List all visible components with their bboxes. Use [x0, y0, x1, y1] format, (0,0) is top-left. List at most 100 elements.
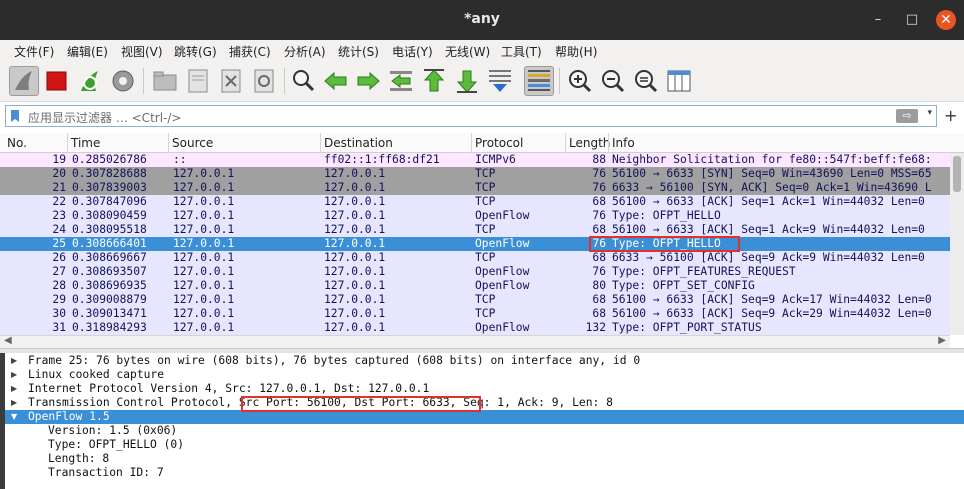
column-separator[interactable] [320, 133, 321, 153]
packet-row[interactable]: 20 0.307828688 127.0.0.1 127.0.0.1 TCP 76 5610… [0, 167, 950, 181]
packet-row[interactable]: 22 0.307847096 127.0.0.1 127.0.0.1 TCP 68 5610… [0, 195, 950, 209]
packet-destination: 127.0.0.1 [324, 223, 386, 236]
menu-tools[interactable]: 工具(T) [501, 43, 542, 60]
packet-list-horizontal-scrollbar[interactable]: ◀ ▶ [0, 335, 950, 348]
packet-row[interactable]: 30 0.309013471 127.0.0.1 127.0.0.1 TCP 68 5610… [0, 307, 950, 321]
menu-help[interactable]: 帮助(H) [555, 43, 597, 60]
collapse-arrow-icon[interactable]: ▼ [11, 410, 17, 424]
detail-tree-item[interactable]: ▶ Transmission Control Protocol, Src Port… [0, 396, 964, 410]
filter-history-dropdown[interactable]: ▾ [927, 108, 932, 118]
column-source[interactable]: Source [172, 136, 213, 150]
close-file-icon[interactable] [216, 66, 246, 96]
menu-capture[interactable]: 捕获(C) [229, 43, 271, 60]
column-protocol[interactable]: Protocol [475, 136, 523, 150]
packet-row[interactable]: 26 0.308669667 127.0.0.1 127.0.0.1 TCP 68 6633… [0, 251, 950, 265]
expand-arrow-icon[interactable]: ▶ [11, 354, 17, 368]
detail-tree-item[interactable]: ▶ Frame 25: 76 bytes on wire (608 bits), … [0, 354, 964, 368]
detail-tree-item[interactable]: ▶ Internet Protocol Version 4, Src: 127.0… [0, 382, 964, 396]
packet-row[interactable]: 23 0.308090459 127.0.0.1 127.0.0.1 OpenFlow 7… [0, 209, 950, 223]
detail-field[interactable]: Type: OFPT_HELLO (0) [0, 438, 964, 452]
column-separator[interactable] [168, 133, 169, 153]
packet-source: 127.0.0.1 [173, 237, 235, 250]
column-time[interactable]: Time [71, 136, 100, 150]
column-separator[interactable] [608, 133, 609, 153]
packet-row[interactable]: 27 0.308693507 127.0.0.1 127.0.0.1 OpenFlow 7… [0, 265, 950, 279]
expand-arrow-icon[interactable]: ▶ [11, 382, 17, 396]
detail-tree-item[interactable]: ▶ Linux cooked capture [0, 368, 964, 382]
packet-time: 0.307828688 [72, 167, 147, 180]
bookmark-icon[interactable] [9, 109, 21, 123]
column-no[interactable]: No. [7, 136, 27, 150]
apply-filter-button[interactable]: ⇨ [896, 109, 918, 123]
packet-number: 23 [52, 209, 66, 222]
stop-capture-icon[interactable] [42, 66, 72, 96]
packet-destination: 127.0.0.1 [324, 195, 386, 208]
go-forward-icon[interactable] [353, 66, 383, 96]
capture-options-icon[interactable] [108, 66, 138, 96]
packet-row[interactable]: 24 0.308095518 127.0.0.1 127.0.0.1 TCP 68 5610… [0, 223, 950, 237]
normal-size-icon[interactable] [631, 66, 661, 96]
zoom-out-icon[interactable] [598, 66, 628, 96]
menu-statistics[interactable]: 统计(S) [338, 43, 379, 60]
packet-number: 26 [52, 251, 66, 264]
menu-go[interactable]: 跳转(G) [174, 43, 217, 60]
display-filter-input[interactable]: 应用显示过滤器 … <Ctrl-/> ⇨ ▾ [5, 105, 937, 127]
menu-edit[interactable]: 编辑(E) [67, 43, 108, 60]
packet-list-vertical-scrollbar[interactable] [950, 153, 964, 335]
packet-number: 25 [52, 237, 66, 250]
packet-protocol: TCP [475, 307, 496, 320]
packet-info: Type: OFPT_HELLO [612, 209, 721, 222]
column-separator[interactable] [565, 133, 566, 153]
menu-view[interactable]: 视图(V) [121, 43, 163, 60]
packet-row[interactable]: 28 0.308696935 127.0.0.1 127.0.0.1 OpenFlow 8… [0, 279, 950, 293]
go-first-icon[interactable] [419, 66, 449, 96]
close-button[interactable]: ✕ [936, 10, 956, 30]
column-separator[interactable] [471, 133, 472, 153]
minimize-button[interactable]: – [868, 10, 888, 30]
detail-tree-item[interactable]: ▼ OpenFlow 1.5 [0, 410, 964, 424]
detail-field[interactable]: Version: 1.5 (0x06) [0, 424, 964, 438]
add-filter-button[interactable]: + [944, 106, 957, 125]
autoscroll-icon[interactable] [485, 66, 515, 96]
scroll-right-icon[interactable]: ▶ [938, 335, 946, 346]
go-to-packet-icon[interactable] [386, 66, 416, 96]
zoom-in-icon[interactable] [565, 66, 595, 96]
packet-row[interactable]: 21 0.307839003 127.0.0.1 127.0.0.1 TCP 76 6633… [0, 181, 950, 195]
go-back-icon[interactable] [321, 66, 351, 96]
packet-row[interactable]: 29 0.309008879 127.0.0.1 127.0.0.1 TCP 68 5610… [0, 293, 950, 307]
packet-row[interactable]: 19 0.285026786:: ff02::1:ff68:df21 ICMPv6 88… [0, 153, 950, 167]
packet-length: 132 [585, 321, 606, 334]
scroll-left-icon[interactable]: ◀ [4, 335, 12, 346]
maximize-button[interactable]: □ [902, 10, 922, 30]
find-packet-icon[interactable] [289, 66, 319, 96]
column-destination[interactable]: Destination [324, 136, 393, 150]
packet-destination: 127.0.0.1 [324, 293, 386, 306]
reload-file-icon[interactable] [249, 66, 279, 96]
restart-capture-icon[interactable] [75, 66, 105, 96]
shark-fin-start-icon[interactable] [9, 66, 39, 96]
packet-protocol: OpenFlow [475, 209, 530, 222]
packet-row[interactable]: 31 0.318984293 127.0.0.1 127.0.0.1 OpenFlow 1… [0, 321, 950, 335]
packet-row-selected[interactable]: 25 0.308666401 127.0.0.1 127.0.0.1 OpenFlow 7… [0, 237, 950, 251]
go-last-icon[interactable] [452, 66, 482, 96]
column-separator[interactable] [67, 133, 68, 153]
packet-source: 127.0.0.1 [173, 321, 235, 334]
resize-columns-icon[interactable] [664, 66, 694, 96]
column-info[interactable]: Info [612, 136, 635, 150]
menu-analyze[interactable]: 分析(A) [284, 43, 326, 60]
scrollbar-thumb[interactable] [953, 156, 961, 192]
menu-wireless[interactable]: 无线(W) [445, 43, 490, 60]
menu-file[interactable]: 文件(F) [14, 43, 54, 60]
expand-arrow-icon[interactable]: ▶ [11, 368, 17, 382]
colorize-icon[interactable] [524, 66, 554, 96]
expand-arrow-icon[interactable]: ▶ [11, 396, 17, 410]
packet-source: 127.0.0.1 [173, 307, 235, 320]
detail-field[interactable]: Transaction ID: 7 [0, 466, 964, 480]
save-file-icon[interactable] [183, 66, 213, 96]
menu-telephony[interactable]: 电话(Y) [392, 43, 433, 60]
column-length[interactable]: Length [569, 136, 610, 150]
detail-field[interactable]: Length: 8 [0, 452, 964, 466]
packet-destination: ff02::1:ff68:df21 [324, 153, 440, 166]
packet-time: 0.309013471 [72, 307, 147, 320]
open-file-icon[interactable] [150, 66, 180, 96]
